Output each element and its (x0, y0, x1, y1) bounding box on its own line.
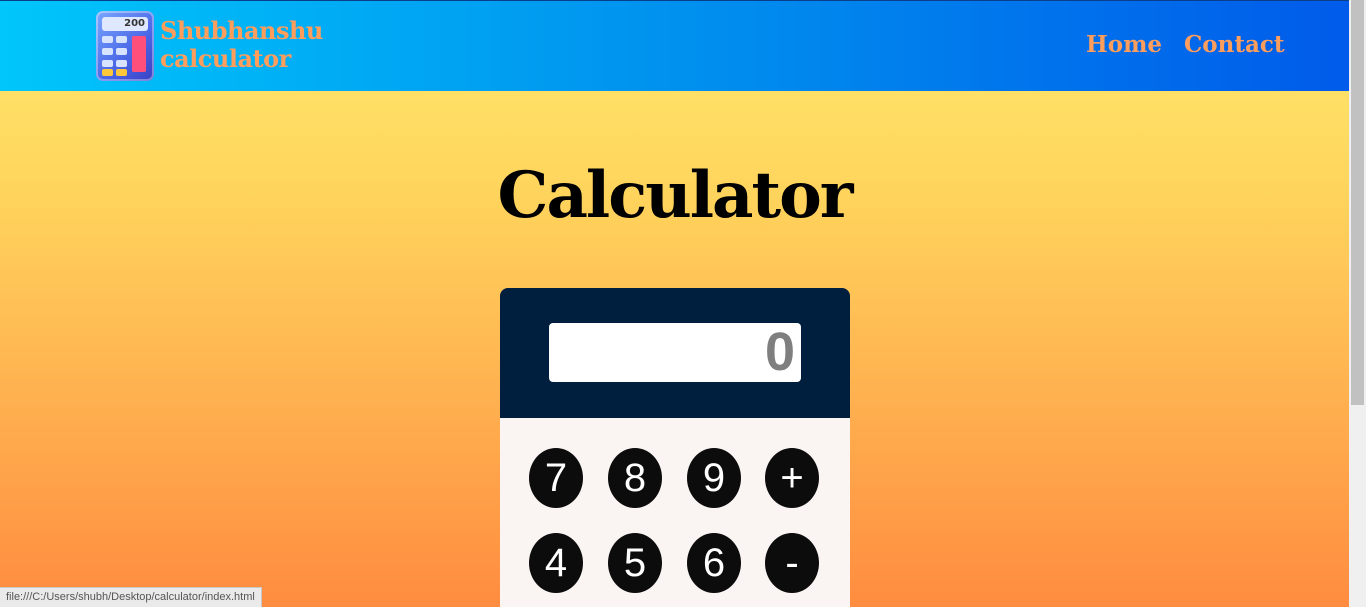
status-bar-url: file:///C:/Users/shubh/Desktop/calculato… (0, 587, 262, 607)
key-8[interactable]: 8 (608, 448, 662, 508)
nav-home-link[interactable]: Home (1086, 31, 1162, 58)
logo-screen: 200 (102, 17, 148, 31)
brand-line-1: Shubhanshu (160, 16, 323, 45)
calculator-icon[interactable]: 200 (96, 11, 154, 81)
navbar: 200 Shubhanshu calculator Home Contact (0, 1, 1349, 91)
calculator-keypad: 7 8 9 + 4 5 6 - (500, 418, 850, 607)
key-plus[interactable]: + (765, 448, 819, 508)
key-5[interactable]: 5 (608, 533, 662, 593)
key-9[interactable]: 9 (687, 448, 741, 508)
calculator: 0 7 8 9 + 4 5 6 - (500, 288, 850, 607)
key-6[interactable]: 6 (687, 533, 741, 593)
scrollbar-thumb[interactable] (1351, 0, 1364, 405)
calculator-header: 0 (500, 288, 850, 418)
key-7[interactable]: 7 (529, 448, 583, 508)
vertical-scrollbar[interactable] (1349, 0, 1366, 607)
page: 200 Shubhanshu calculator Home Contact C… (0, 0, 1349, 607)
nav-contact-link[interactable]: Contact (1184, 31, 1285, 58)
page-title: Calculator (497, 158, 854, 233)
key-minus[interactable]: - (765, 533, 819, 593)
key-4[interactable]: 4 (529, 533, 583, 593)
brand-line-2: calculator (160, 44, 291, 73)
brand-name[interactable]: Shubhanshu calculator (160, 17, 323, 73)
calculator-display[interactable]: 0 (549, 323, 801, 382)
